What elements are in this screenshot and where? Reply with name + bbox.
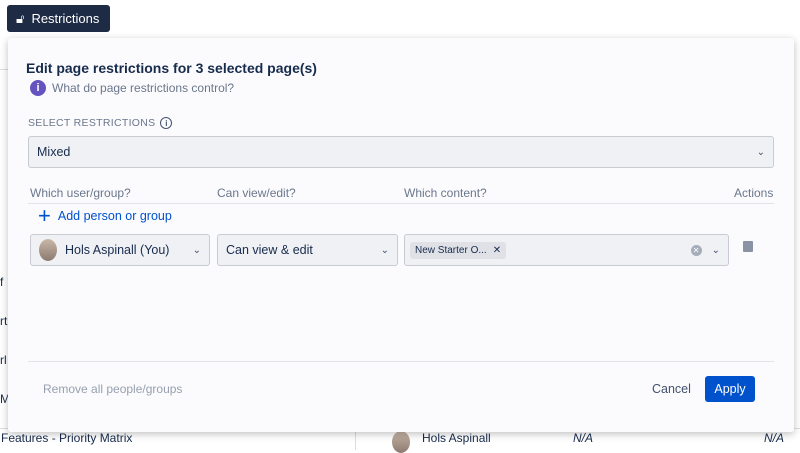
info-icon[interactable]: i <box>160 117 173 129</box>
user-value: Hols Aspinall (You) <box>65 243 170 257</box>
restrictions-select[interactable]: Mixed ⌄ <box>28 136 774 168</box>
help-link[interactable]: i What do page restrictions control? <box>30 80 234 96</box>
bg-fragment: rt <box>0 314 8 328</box>
remove-all-button[interactable]: Remove all people/groups <box>43 382 182 396</box>
permission-select[interactable]: Can view & edit ⌄ <box>217 234 398 266</box>
bg-fragment: rl <box>0 353 7 367</box>
select-value: Mixed <box>37 145 71 159</box>
page-title-cell[interactable]: Features - Priority Matrix <box>1 431 132 445</box>
apply-button[interactable]: Apply <box>705 376 755 402</box>
chevron-down-icon: ⌄ <box>756 146 765 158</box>
avatar <box>39 239 57 261</box>
divider <box>355 429 356 450</box>
plus-icon: + <box>38 203 51 228</box>
bg-fragment: f <box>0 275 4 289</box>
column-header-content: Which content? <box>404 186 487 200</box>
restrictions-button[interactable]: 🔓︎ Restrictions <box>7 5 110 32</box>
column-header-actions: Actions <box>734 186 774 200</box>
content-chip: New Starter O... ✕ <box>410 241 507 259</box>
chevron-down-icon: ⌄ <box>711 244 720 256</box>
unlock-icon: 🔓︎ <box>16 10 25 26</box>
owner-cell: Hols Aspinall <box>422 431 491 445</box>
cancel-button[interactable]: Cancel <box>652 382 691 396</box>
divider <box>28 361 774 362</box>
user-select[interactable]: Hols Aspinall (You) ⌄ <box>30 234 210 266</box>
remove-chip-icon[interactable]: ✕ <box>493 245 501 256</box>
divider <box>28 203 774 204</box>
chip-label: New Starter O... <box>415 244 487 256</box>
chevron-down-icon: ⌄ <box>192 244 201 256</box>
add-label: Add person or group <box>57 209 172 223</box>
trash-icon[interactable] <box>743 241 753 252</box>
info-icon: i <box>30 80 46 96</box>
na-cell: N/A <box>573 431 594 445</box>
column-header-permission: Can view/edit? <box>217 186 296 200</box>
content-select[interactable]: New Starter O... ✕ ✕ ⌄ <box>404 234 729 266</box>
avatar <box>392 431 410 453</box>
clear-icon[interactable]: ✕ <box>690 244 702 256</box>
na-cell: N/A <box>764 431 785 445</box>
restrictions-dialog: Edit page restrictions for 3 selected pa… <box>8 38 794 432</box>
select-restrictions-label: SELECT RESTRICTIONS i <box>28 117 173 129</box>
add-person-button[interactable]: + Add person or group <box>38 203 172 228</box>
column-header-user: Which user/group? <box>30 186 131 200</box>
help-link-text[interactable]: What do page restrictions control? <box>52 81 234 95</box>
dialog-title: Edit page restrictions for 3 selected pa… <box>26 60 317 76</box>
label-text: SELECT RESTRICTIONS <box>28 117 156 129</box>
chevron-down-icon: ⌄ <box>380 244 389 256</box>
permission-value: Can view & edit <box>226 243 313 257</box>
